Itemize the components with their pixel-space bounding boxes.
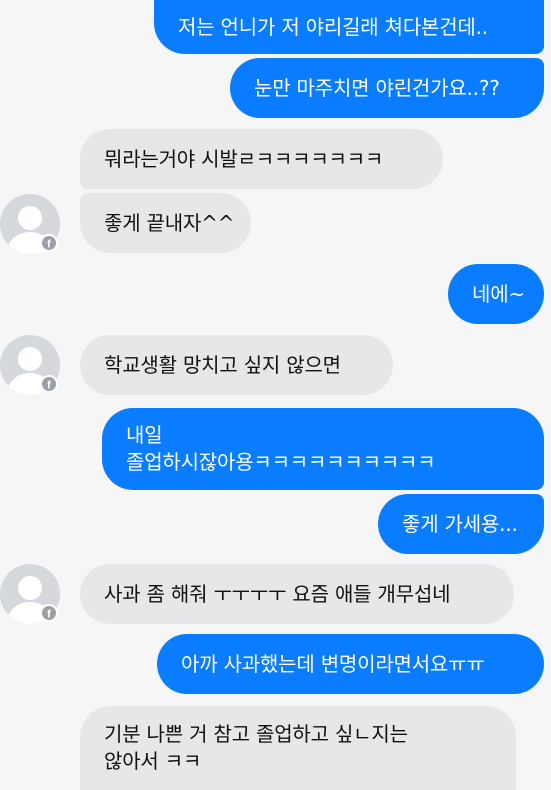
message-bubble-outgoing[interactable]: 네에~	[448, 264, 544, 324]
message-text: 저는 언니가 저 야리길래 쳐다본건데..	[178, 14, 488, 39]
facebook-badge-icon: f	[40, 375, 58, 393]
chat-thread: 저는 언니가 저 야리길래 쳐다본건데.. 눈만 마주치면 야린건가요..?? …	[0, 0, 551, 790]
message-text: 좋게 끝내자^^	[104, 210, 235, 235]
facebook-badge-icon: f	[40, 604, 58, 622]
message-bubble-outgoing[interactable]: 좋게 가세용...	[378, 494, 544, 554]
message-text: 뭐라는거야 시발ㄹㅋㅋㅋㅋㅋㅋㅋ	[104, 146, 384, 171]
sender-avatar[interactable]: f	[0, 335, 62, 397]
message-bubble-incoming[interactable]: 사과 좀 해줘 ㅜㅜㅜㅜ 요즘 애들 개무섭네	[80, 564, 514, 624]
message-text-line: 내일	[126, 423, 163, 447]
message-bubble-outgoing[interactable]: 눈만 마주치면 야린건가요..??	[230, 58, 544, 118]
default-profile-avatar-icon: f	[0, 335, 60, 395]
message-bubble-outgoing[interactable]: 저는 언니가 저 야리길래 쳐다본건데..	[154, 0, 544, 54]
sender-avatar[interactable]: f	[0, 564, 62, 626]
message-text: 사과 좀 해줘 ㅜㅜㅜㅜ 요즘 애들 개무섭네	[104, 581, 451, 606]
default-profile-avatar-icon: f	[0, 564, 60, 624]
message-text: 네에~	[472, 281, 525, 306]
message-bubble-incoming[interactable]: 뭐라는거야 시발ㄹㅋㅋㅋㅋㅋㅋㅋ	[80, 129, 443, 189]
message-bubble-incoming[interactable]: 기분 나쁜 거 참고 졸업하고 싶ㄴ지는 않아서 ㅋㅋ	[80, 706, 516, 790]
facebook-badge-icon: f	[40, 234, 58, 252]
sender-avatar[interactable]: f	[0, 194, 62, 256]
message-bubble-incoming[interactable]: 좋게 끝내자^^	[80, 193, 251, 253]
message-bubble-outgoing[interactable]: 내일 졸업하시잖아용ㅋㅋㅋㅋㅋㅋㅋㅋㅋㅋ	[102, 408, 544, 490]
message-bubble-incoming[interactable]: 학교생활 망치고 싶지 않으면	[80, 335, 393, 395]
message-text: 학교생활 망치고 싶지 않으면	[104, 352, 341, 377]
message-text: 좋게 가세용...	[402, 511, 518, 536]
default-profile-avatar-icon: f	[0, 194, 60, 254]
svg-text:f: f	[47, 380, 51, 392]
message-text: 눈만 마주치면 야린건가요..??	[254, 75, 500, 100]
message-bubble-outgoing[interactable]: 아까 사과했는데 변명이라면서요ㅠㅠ	[157, 634, 544, 694]
message-text-line: 기분 나쁜 거 참고 졸업하고 싶ㄴ지는	[104, 722, 408, 746]
message-text-line: 않아서 ㅋㅋ	[104, 749, 202, 773]
message-text: 아까 사과했는데 변명이라면서요ㅠㅠ	[181, 651, 485, 676]
message-text-line: 졸업하시잖아용ㅋㅋㅋㅋㅋㅋㅋㅋㅋㅋ	[126, 450, 436, 474]
svg-text:f: f	[47, 609, 51, 621]
svg-text:f: f	[47, 239, 51, 251]
